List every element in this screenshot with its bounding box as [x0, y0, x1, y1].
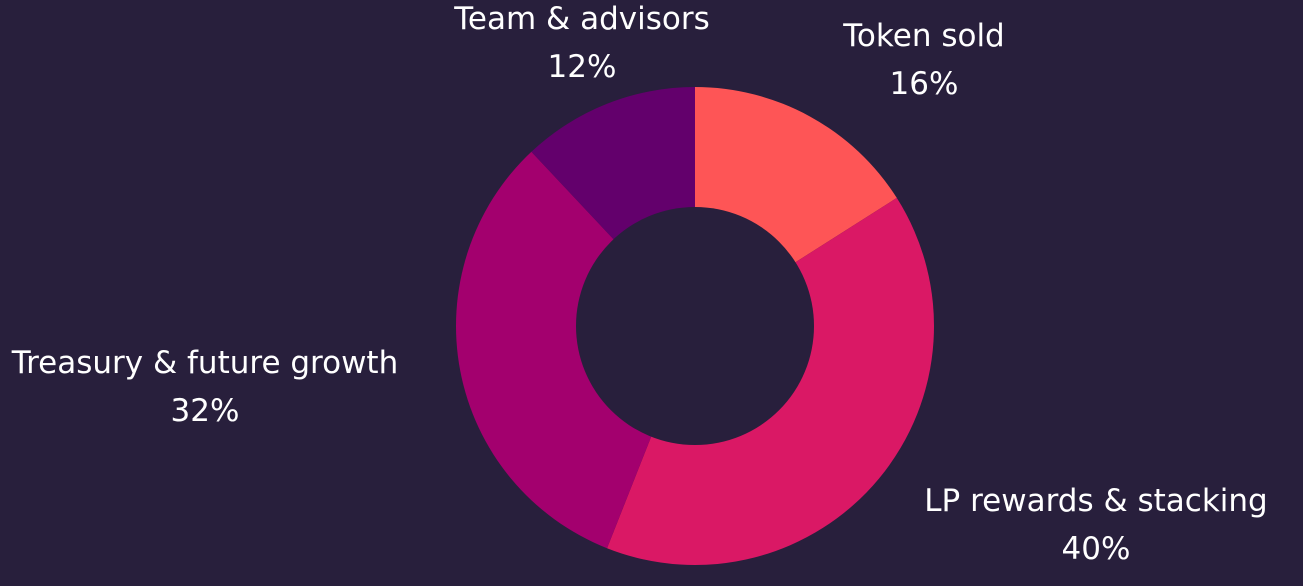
donut-chart: Token sold 16% LP rewards & stacking 40% Tre…	[0, 0, 1303, 586]
slice-value-label-token-sold: 16%	[890, 66, 959, 102]
slice-value-label-lp-rewards-stacking: 40%	[1062, 531, 1131, 567]
slice-label-lp-rewards-stacking: LP rewards & stacking	[924, 483, 1267, 519]
slice-label-team-advisors: Team & advisors	[453, 1, 709, 37]
donut-hole	[576, 207, 814, 445]
chart-canvas: Token sold 16% LP rewards & stacking 40% Tre…	[11, 1, 1268, 567]
slice-value-label-treasury-future-growth: 32%	[171, 393, 240, 429]
slice-label-treasury-future-growth: Treasury & future growth	[11, 345, 399, 381]
slice-label-token-sold: Token sold	[842, 18, 1004, 54]
slice-value-label-team-advisors: 12%	[548, 49, 617, 85]
